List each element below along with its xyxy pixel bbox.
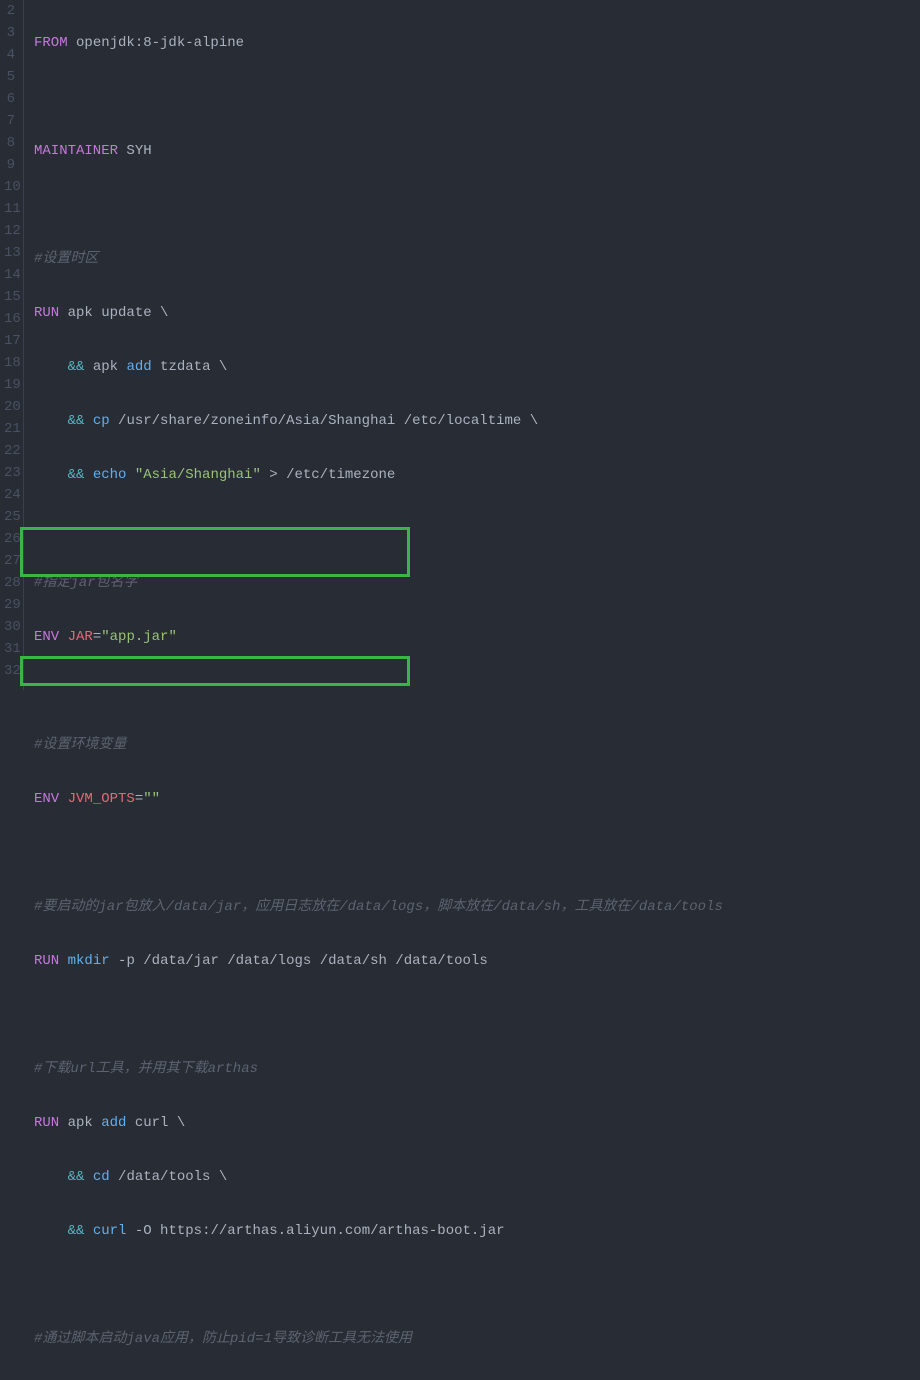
line-number: 8 — [4, 132, 15, 154]
code-area[interactable]: FROM openjdk:8-jdk-alpine MAINTAINER SYH… — [24, 0, 920, 690]
line-number: 22 — [4, 440, 15, 462]
line-number: 27 — [4, 550, 15, 572]
code-line[interactable]: && echo "Asia/Shanghai" > /etc/timezone — [34, 464, 920, 486]
code-line[interactable]: RUN apk update \ — [34, 302, 920, 324]
code-line[interactable]: RUN mkdir -p /data/jar /data/logs /data/… — [34, 950, 920, 972]
code-line[interactable] — [34, 842, 920, 864]
line-number: 23 — [4, 462, 15, 484]
line-number: 12 — [4, 220, 15, 242]
code-line[interactable]: #设置时区 — [34, 248, 920, 270]
line-number: 30 — [4, 616, 15, 638]
code-line[interactable]: #通过脚本启动java应用，防止pid=1导致诊断工具无法使用 — [34, 1328, 920, 1350]
line-number: 32 — [4, 660, 15, 682]
code-line[interactable]: #要启动的jar包放入/data/jar，应用日志放在/data/logs，脚本… — [34, 896, 920, 918]
line-number: 6 — [4, 88, 15, 110]
line-number: 31 — [4, 638, 15, 660]
line-number: 18 — [4, 352, 15, 374]
line-number: 5 — [4, 66, 15, 88]
code-line[interactable]: MAINTAINER SYH — [34, 140, 920, 162]
line-number: 11 — [4, 198, 15, 220]
line-number: 13 — [4, 242, 15, 264]
line-number: 29 — [4, 594, 15, 616]
line-number: 15 — [4, 286, 15, 308]
code-line[interactable] — [34, 1274, 920, 1296]
code-line[interactable] — [34, 680, 920, 702]
code-line[interactable]: && apk add tzdata \ — [34, 356, 920, 378]
line-number: 16 — [4, 308, 15, 330]
line-number: 4 — [4, 44, 15, 66]
line-number: 25 — [4, 506, 15, 528]
code-line[interactable] — [34, 86, 920, 108]
line-number: 10 — [4, 176, 15, 198]
line-number: 19 — [4, 374, 15, 396]
line-number: 9 — [4, 154, 15, 176]
line-number: 21 — [4, 418, 15, 440]
line-number: 14 — [4, 264, 15, 286]
line-number: 2 — [4, 0, 15, 22]
code-line[interactable]: #设置环境变量 — [34, 734, 920, 756]
code-editor[interactable]: 2 3 4 5 6 7 8 9 10 11 12 13 14 15 16 17 … — [0, 0, 920, 690]
line-number: 28 — [4, 572, 15, 594]
code-line[interactable]: RUN apk add curl \ — [34, 1112, 920, 1134]
code-line[interactable]: FROM openjdk:8-jdk-alpine — [34, 32, 920, 54]
line-number: 7 — [4, 110, 15, 132]
code-line[interactable]: ENV JVM_OPTS="" — [34, 788, 920, 810]
code-line[interactable] — [34, 1004, 920, 1026]
line-gutter: 2 3 4 5 6 7 8 9 10 11 12 13 14 15 16 17 … — [0, 0, 24, 690]
code-line[interactable]: #指定jar包名字 — [34, 572, 920, 594]
code-line[interactable] — [34, 194, 920, 216]
line-number: 3 — [4, 22, 15, 44]
line-number: 24 — [4, 484, 15, 506]
line-number: 17 — [4, 330, 15, 352]
code-line[interactable]: ENV JAR="app.jar" — [34, 626, 920, 648]
code-line[interactable]: && cp /usr/share/zoneinfo/Asia/Shanghai … — [34, 410, 920, 432]
code-line[interactable]: && cd /data/tools \ — [34, 1166, 920, 1188]
code-line[interactable]: #下载url工具，并用其下载arthas — [34, 1058, 920, 1080]
line-number: 26 — [4, 528, 15, 550]
line-number: 20 — [4, 396, 15, 418]
code-line[interactable]: && curl -O https://arthas.aliyun.com/art… — [34, 1220, 920, 1242]
code-line[interactable] — [34, 518, 920, 540]
